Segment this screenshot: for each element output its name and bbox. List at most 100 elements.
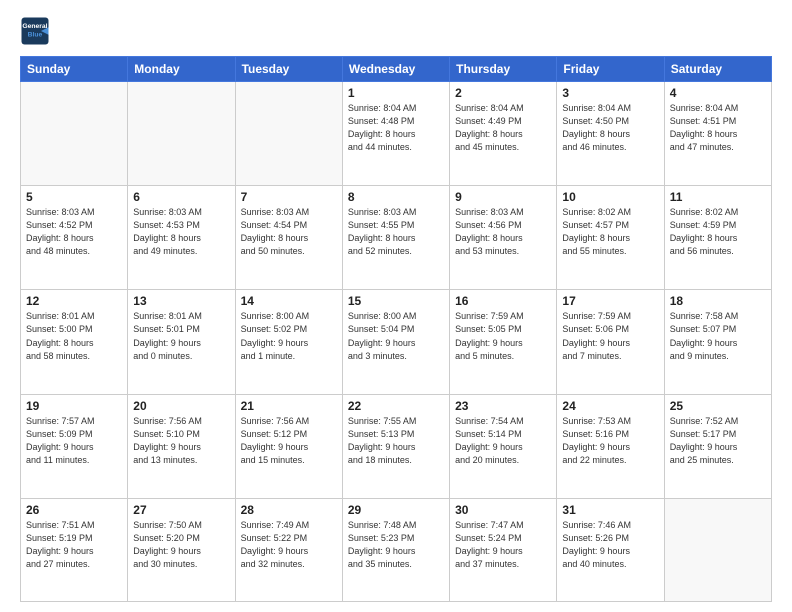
svg-text:General: General — [22, 23, 47, 30]
day-info: Sunrise: 7:59 AM Sunset: 5:06 PM Dayligh… — [562, 310, 658, 362]
day-info: Sunrise: 8:00 AM Sunset: 5:04 PM Dayligh… — [348, 310, 444, 362]
calendar-cell: 4 Sunrise: 8:04 AM Sunset: 4:51 PM Daylig… — [664, 82, 771, 186]
day-info: Sunrise: 8:01 AM Sunset: 5:00 PM Dayligh… — [26, 310, 122, 362]
day-number: 30 — [455, 503, 551, 517]
calendar-cell: 18 Sunrise: 7:58 AM Sunset: 5:07 PM Dayli… — [664, 290, 771, 394]
day-number: 9 — [455, 190, 551, 204]
day-number: 13 — [133, 294, 229, 308]
day-info: Sunrise: 8:04 AM Sunset: 4:50 PM Dayligh… — [562, 102, 658, 154]
day-number: 7 — [241, 190, 337, 204]
logo-icon: General Blue — [20, 16, 50, 46]
day-number: 5 — [26, 190, 122, 204]
calendar-cell — [235, 82, 342, 186]
day-number: 8 — [348, 190, 444, 204]
calendar-cell: 21 Sunrise: 7:56 AM Sunset: 5:12 PM Dayli… — [235, 394, 342, 498]
day-header: Tuesday — [235, 57, 342, 82]
calendar-cell — [21, 82, 128, 186]
calendar-cell: 29 Sunrise: 7:48 AM Sunset: 5:23 PM Dayli… — [342, 498, 449, 601]
day-number: 21 — [241, 399, 337, 413]
day-number: 16 — [455, 294, 551, 308]
week-row: 1Sunrise: 8:04 AM Sunset: 4:48 PM Daylig… — [21, 82, 772, 186]
day-header: Friday — [557, 57, 664, 82]
day-info: Sunrise: 8:03 AM Sunset: 4:53 PM Dayligh… — [133, 206, 229, 258]
calendar-cell: 27 Sunrise: 7:50 AM Sunset: 5:20 PM Dayli… — [128, 498, 235, 601]
calendar-cell: 10 Sunrise: 8:02 AM Sunset: 4:57 PM Dayli… — [557, 186, 664, 290]
day-info: Sunrise: 7:50 AM Sunset: 5:20 PM Dayligh… — [133, 519, 229, 571]
day-number: 24 — [562, 399, 658, 413]
calendar-cell: 7 Sunrise: 8:03 AM Sunset: 4:54 PM Daylig… — [235, 186, 342, 290]
day-info: Sunrise: 7:54 AM Sunset: 5:14 PM Dayligh… — [455, 415, 551, 467]
day-info: Sunrise: 7:56 AM Sunset: 5:10 PM Dayligh… — [133, 415, 229, 467]
day-info: Sunrise: 8:03 AM Sunset: 4:52 PM Dayligh… — [26, 206, 122, 258]
day-header: Sunday — [21, 57, 128, 82]
day-info: Sunrise: 7:49 AM Sunset: 5:22 PM Dayligh… — [241, 519, 337, 571]
calendar-cell: 16 Sunrise: 7:59 AM Sunset: 5:05 PM Dayli… — [450, 290, 557, 394]
day-number: 31 — [562, 503, 658, 517]
day-info: Sunrise: 8:01 AM Sunset: 5:01 PM Dayligh… — [133, 310, 229, 362]
day-header: Wednesday — [342, 57, 449, 82]
calendar-cell: 8Sunrise: 8:03 AM Sunset: 4:55 PM Daylig… — [342, 186, 449, 290]
week-row: 5 Sunrise: 8:03 AM Sunset: 4:52 PM Daylig… — [21, 186, 772, 290]
calendar-cell: 23Sunrise: 7:54 AM Sunset: 5:14 PM Dayli… — [450, 394, 557, 498]
day-header: Monday — [128, 57, 235, 82]
day-number: 10 — [562, 190, 658, 204]
day-info: Sunrise: 8:04 AM Sunset: 4:48 PM Dayligh… — [348, 102, 444, 154]
day-info: Sunrise: 7:55 AM Sunset: 5:13 PM Dayligh… — [348, 415, 444, 467]
day-info: Sunrise: 7:52 AM Sunset: 5:17 PM Dayligh… — [670, 415, 766, 467]
calendar-cell: 9 Sunrise: 8:03 AM Sunset: 4:56 PM Daylig… — [450, 186, 557, 290]
calendar-cell: 22 Sunrise: 7:55 AM Sunset: 5:13 PM Dayli… — [342, 394, 449, 498]
day-number: 17 — [562, 294, 658, 308]
day-number: 29 — [348, 503, 444, 517]
week-row: 19 Sunrise: 7:57 AM Sunset: 5:09 PM Dayli… — [21, 394, 772, 498]
day-info: Sunrise: 7:51 AM Sunset: 5:19 PM Dayligh… — [26, 519, 122, 571]
calendar-cell: 19 Sunrise: 7:57 AM Sunset: 5:09 PM Dayli… — [21, 394, 128, 498]
calendar-cell: 28 Sunrise: 7:49 AM Sunset: 5:22 PM Dayli… — [235, 498, 342, 601]
day-info: Sunrise: 7:46 AM Sunset: 5:26 PM Dayligh… — [562, 519, 658, 571]
day-number: 3 — [562, 86, 658, 100]
day-number: 6 — [133, 190, 229, 204]
calendar-cell: 30 Sunrise: 7:47 AM Sunset: 5:24 PM Dayli… — [450, 498, 557, 601]
calendar-table: SundayMondayTuesdayWednesdayThursdayFrid… — [20, 56, 772, 602]
day-info: Sunrise: 8:03 AM Sunset: 4:56 PM Dayligh… — [455, 206, 551, 258]
calendar-cell: 26Sunrise: 7:51 AM Sunset: 5:19 PM Dayli… — [21, 498, 128, 601]
week-row: 26Sunrise: 7:51 AM Sunset: 5:19 PM Dayli… — [21, 498, 772, 601]
week-row: 12 Sunrise: 8:01 AM Sunset: 5:00 PM Dayli… — [21, 290, 772, 394]
calendar-cell: 2 Sunrise: 8:04 AM Sunset: 4:49 PM Daylig… — [450, 82, 557, 186]
day-info: Sunrise: 7:53 AM Sunset: 5:16 PM Dayligh… — [562, 415, 658, 467]
day-number: 12 — [26, 294, 122, 308]
header: General Blue — [20, 16, 772, 46]
day-number: 4 — [670, 86, 766, 100]
day-number: 18 — [670, 294, 766, 308]
calendar-cell: 20 Sunrise: 7:56 AM Sunset: 5:10 PM Dayli… — [128, 394, 235, 498]
day-info: Sunrise: 8:04 AM Sunset: 4:49 PM Dayligh… — [455, 102, 551, 154]
calendar-cell: 14 Sunrise: 8:00 AM Sunset: 5:02 PM Dayli… — [235, 290, 342, 394]
calendar-cell: 13 Sunrise: 8:01 AM Sunset: 5:01 PM Dayli… — [128, 290, 235, 394]
day-info: Sunrise: 7:47 AM Sunset: 5:24 PM Dayligh… — [455, 519, 551, 571]
day-number: 19 — [26, 399, 122, 413]
page: General Blue SundayMondayTuesdayWednesda… — [0, 0, 792, 612]
logo: General Blue — [20, 16, 54, 46]
calendar-cell: 1Sunrise: 8:04 AM Sunset: 4:48 PM Daylig… — [342, 82, 449, 186]
day-info: Sunrise: 7:58 AM Sunset: 5:07 PM Dayligh… — [670, 310, 766, 362]
day-info: Sunrise: 7:56 AM Sunset: 5:12 PM Dayligh… — [241, 415, 337, 467]
day-number: 22 — [348, 399, 444, 413]
day-info: Sunrise: 7:59 AM Sunset: 5:05 PM Dayligh… — [455, 310, 551, 362]
day-number: 2 — [455, 86, 551, 100]
day-header: Thursday — [450, 57, 557, 82]
day-number: 28 — [241, 503, 337, 517]
day-number: 20 — [133, 399, 229, 413]
day-number: 11 — [670, 190, 766, 204]
day-info: Sunrise: 8:04 AM Sunset: 4:51 PM Dayligh… — [670, 102, 766, 154]
calendar-cell: 25Sunrise: 7:52 AM Sunset: 5:17 PM Dayli… — [664, 394, 771, 498]
calendar-cell: 6 Sunrise: 8:03 AM Sunset: 4:53 PM Daylig… — [128, 186, 235, 290]
day-info: Sunrise: 7:57 AM Sunset: 5:09 PM Dayligh… — [26, 415, 122, 467]
calendar-cell: 15Sunrise: 8:00 AM Sunset: 5:04 PM Dayli… — [342, 290, 449, 394]
day-info: Sunrise: 8:02 AM Sunset: 4:57 PM Dayligh… — [562, 206, 658, 258]
day-info: Sunrise: 8:00 AM Sunset: 5:02 PM Dayligh… — [241, 310, 337, 362]
day-number: 14 — [241, 294, 337, 308]
day-number: 27 — [133, 503, 229, 517]
day-info: Sunrise: 8:03 AM Sunset: 4:54 PM Dayligh… — [241, 206, 337, 258]
day-header: Saturday — [664, 57, 771, 82]
calendar-cell: 12 Sunrise: 8:01 AM Sunset: 5:00 PM Dayli… — [21, 290, 128, 394]
day-info: Sunrise: 7:48 AM Sunset: 5:23 PM Dayligh… — [348, 519, 444, 571]
